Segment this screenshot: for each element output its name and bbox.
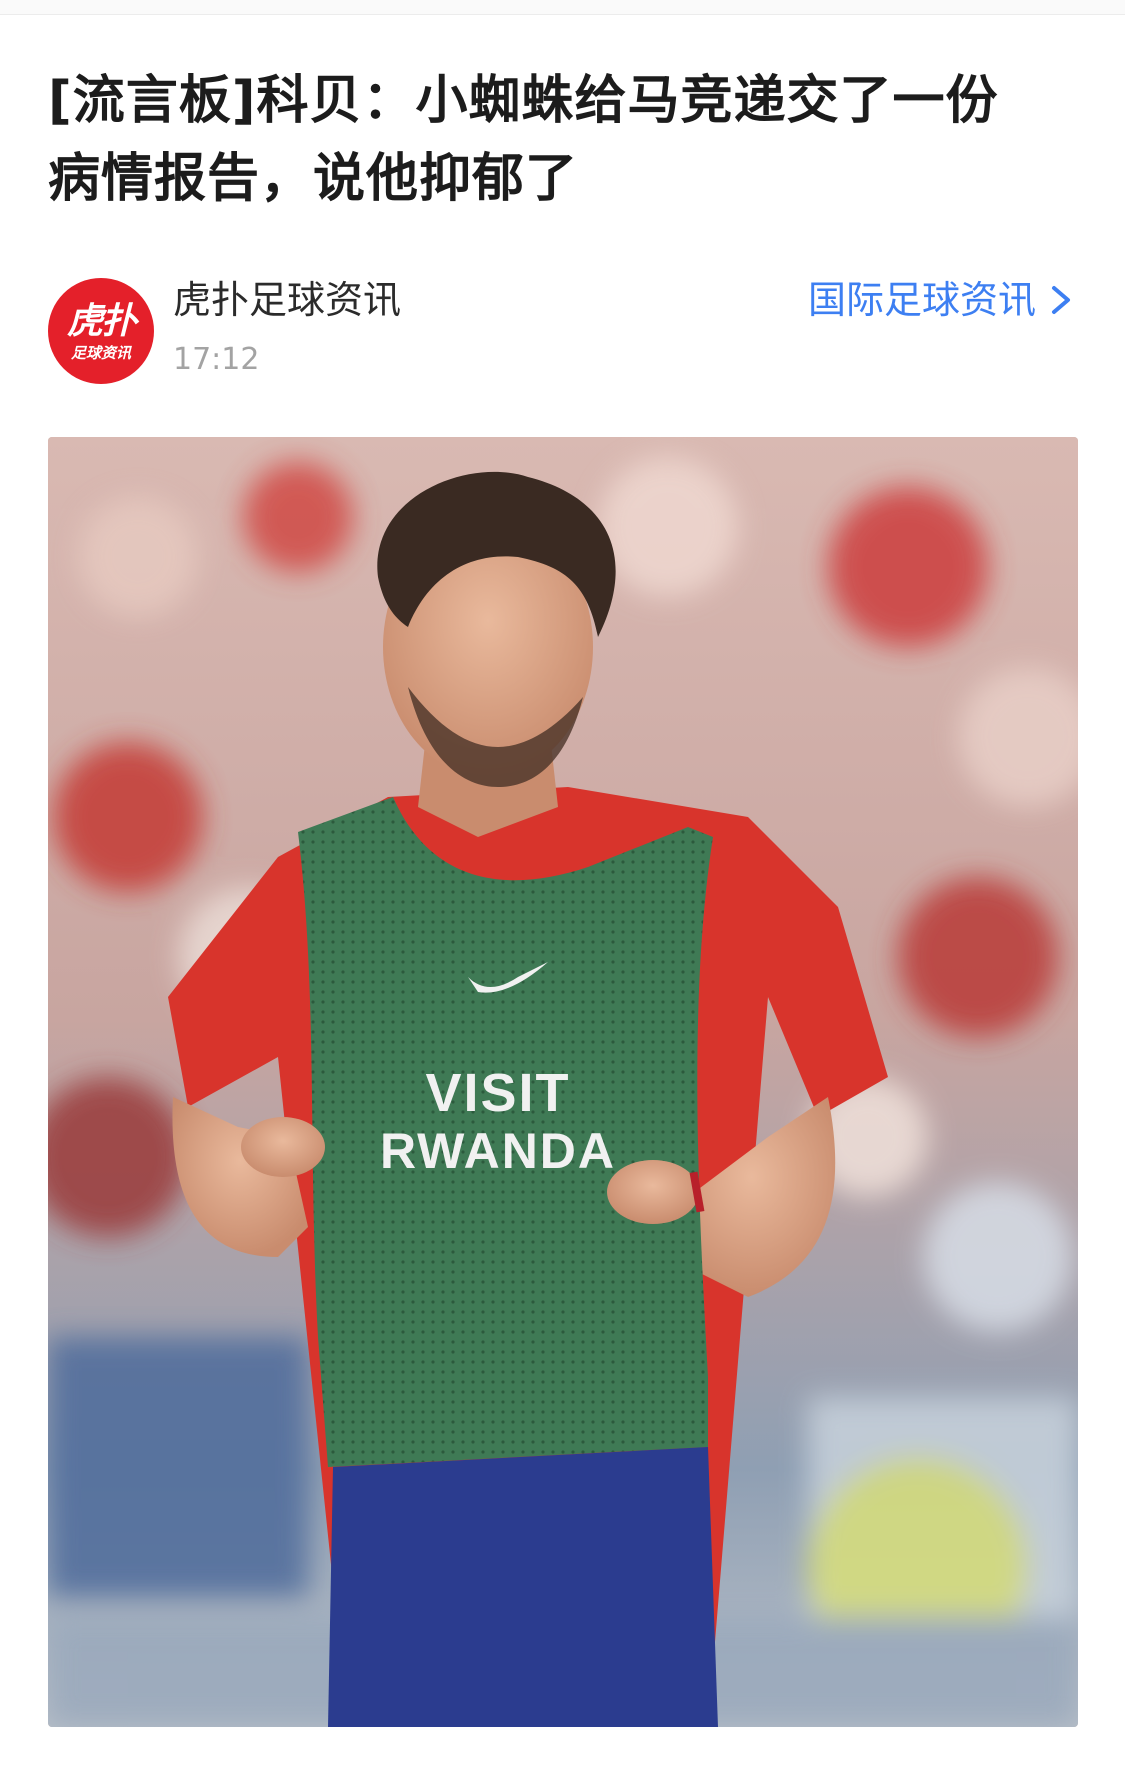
article-title: [流言板]科贝：小蜘蛛给马竞递交了一份病情报告，说他抑郁了 (48, 71, 999, 209)
article-photo[interactable]: VISIT RWANDA (48, 437, 1078, 1727)
author-name[interactable]: 虎扑足球资讯 (173, 278, 401, 322)
category-link[interactable]: 国际足球资讯 (808, 278, 1078, 322)
avatar-logo-text: 虎扑 (66, 301, 137, 342)
avatar-logo-subtext: 足球资讯 (70, 344, 131, 362)
bib-text-line2: RWANDA (379, 1123, 617, 1179)
author-bar: 虎扑 足球资讯 虎扑足球资讯 17:12 国际足球资讯 (48, 272, 1078, 384)
status-bar-divider (0, 0, 1125, 15)
bib-text-line1: VISIT (425, 1063, 571, 1123)
category-label: 国际足球资讯 (807, 278, 1036, 322)
chevron-right-icon (1052, 286, 1070, 314)
post-timestamp: 17:12 (173, 342, 260, 377)
author-avatar[interactable]: 虎扑 足球资讯 (48, 278, 154, 384)
